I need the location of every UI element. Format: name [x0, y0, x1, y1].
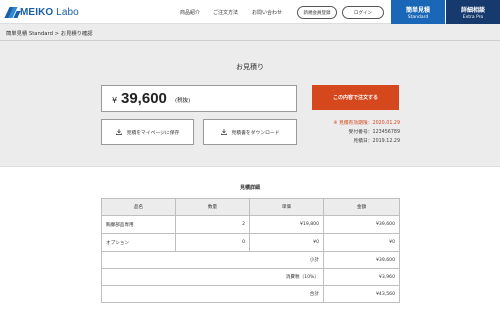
valid-until: ※ 見積有効期限：2020.01.29: [333, 121, 400, 126]
details-title: 見積詳細: [239, 185, 260, 191]
download-quote-label: 見積書をダウンロード: [231, 130, 280, 136]
item-name: オプション: [101, 233, 176, 252]
quote-title: お見積り: [236, 63, 264, 71]
nav-how-to-order[interactable]: ご注文方法: [213, 9, 238, 16]
total-label: 合計: [101, 285, 324, 303]
subtotal-row: 小計 ¥39,600: [101, 251, 400, 269]
item-unit-price: ¥0: [249, 233, 324, 252]
tax-label: 消費税（10%）: [101, 268, 324, 286]
subtotal-label: 小計: [101, 251, 324, 269]
standard-tab-sub: Standard: [407, 15, 429, 20]
register-button[interactable]: 新規会員登録: [297, 6, 337, 19]
logo-text: MEIKO Labo: [20, 6, 79, 18]
table-header-row: 品名 数量 単価 金額: [101, 198, 400, 216]
item-unit-price: ¥19,800: [249, 215, 324, 234]
quote-amount: 39,600: [121, 90, 167, 107]
nav-contact[interactable]: お問い合わせ: [252, 9, 282, 16]
col-header-unit: 単価: [249, 198, 324, 216]
item-name: 胸腺部品専用: [101, 215, 176, 234]
login-button[interactable]: ログイン: [342, 6, 384, 19]
col-header-qty: 数量: [175, 198, 250, 216]
item-amount: ¥0: [323, 233, 400, 252]
item-amount: ¥39,600: [323, 215, 400, 234]
site-header: MEIKO Labo 商品紹介 ご注文方法 お問い合わせ 新規会員登録 ログイン…: [0, 0, 500, 24]
save-quote-label: 見積をマイページに保存: [126, 130, 180, 136]
standard-tab-title: 簡単見積: [405, 7, 430, 14]
pro-consult-tab[interactable]: 詳細相談 Extra Pro: [446, 0, 500, 24]
pro-tab-sub: Extra Pro: [462, 15, 484, 20]
reception-number: 受付番号：123456789: [348, 130, 400, 135]
total-value: ¥43,560: [323, 285, 400, 303]
total-row: 合計 ¥43,560: [101, 285, 400, 303]
site-logo[interactable]: MEIKO Labo: [4, 6, 79, 18]
col-header-amount: 金額: [323, 198, 400, 216]
currency-symbol: ¥: [112, 96, 118, 105]
tax-note: (税抜): [175, 98, 191, 104]
tax-row: 消費税（10%） ¥3,960: [101, 268, 400, 286]
table-row: 胸腺部品専用 2 ¥19,800 ¥39,600: [101, 215, 400, 234]
standard-estimate-tab[interactable]: 簡単見積 Standard: [391, 0, 445, 24]
order-button[interactable]: この内容で注文する: [312, 85, 399, 110]
table-row: オプション 0 ¥0 ¥0: [101, 233, 400, 252]
details-table: 品名 数量 単価 金額 胸腺部品専用 2 ¥19,800 ¥39,600 オプシ…: [101, 198, 400, 303]
item-qty: 0: [175, 233, 250, 252]
issue-date: 見積日：2019.12.29: [353, 139, 400, 144]
price-box: ¥ 39,600 (税抜): [101, 85, 297, 112]
logo-mark-icon: [4, 6, 21, 18]
col-header-name: 品名: [101, 198, 176, 216]
pro-tab-title: 詳細相談: [460, 7, 485, 14]
breadcrumb: 簡単見積 Standard > お見積り確認: [6, 31, 93, 37]
breadcrumb-divider: [0, 40, 500, 41]
item-qty: 2: [175, 215, 250, 234]
download-tray-icon: [220, 129, 227, 135]
download-quote-button[interactable]: 見積書をダウンロード: [203, 119, 297, 145]
subtotal-value: ¥39,600: [323, 251, 400, 269]
tax-value: ¥3,960: [323, 268, 400, 286]
download-tray-icon: [115, 129, 122, 135]
save-quote-button[interactable]: 見積をマイページに保存: [101, 119, 194, 145]
nav-products[interactable]: 商品紹介: [180, 9, 200, 16]
